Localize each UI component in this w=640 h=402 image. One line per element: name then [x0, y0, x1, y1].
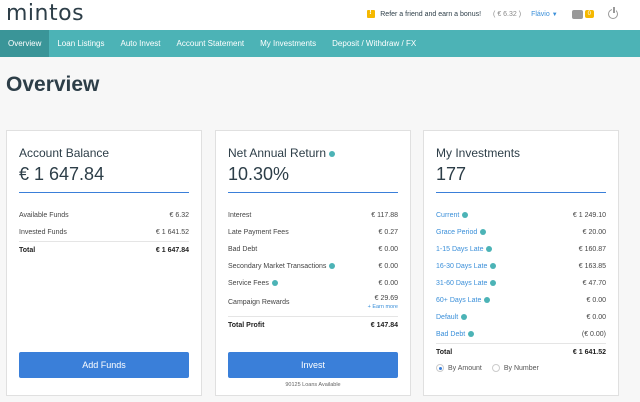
- row-total: Total € 1 647.84: [19, 241, 189, 258]
- row-service-fees: Service Fees € 0.00: [228, 280, 398, 287]
- info-icon[interactable]: [271, 280, 278, 287]
- row-bad-debt[interactable]: Bad Debt (€ 0.00): [436, 326, 606, 343]
- card-title: My Investments: [436, 146, 521, 160]
- info-icon[interactable]: [329, 263, 336, 270]
- my-investments-card: My Investments 177 Current € 1 249.10 Gra…: [423, 130, 619, 396]
- row-default[interactable]: Default € 0.00: [436, 309, 606, 326]
- nav-auto-invest[interactable]: Auto Invest: [113, 30, 169, 57]
- info-icon[interactable]: [490, 263, 497, 270]
- nav-deposit-withdraw[interactable]: Deposit / Withdraw / FX: [324, 30, 424, 57]
- top-right-area: Refer a friend and earn a bonus! ( € 6.3…: [367, 7, 618, 19]
- card-title: Account Balance: [19, 146, 110, 160]
- top-bar: mintos Refer a friend and earn a bonus! …: [0, 0, 640, 30]
- row-interest: Interest € 117.88: [228, 212, 398, 219]
- divider: [436, 192, 606, 193]
- account-balance-card: Account Balance € 1 647.84 Available Fun…: [6, 130, 202, 396]
- card-title: Net Annual Return: [228, 146, 336, 160]
- row-1-15-days-late[interactable]: 1-15 Days Late € 160.87: [436, 241, 606, 258]
- main-nav: Overview Loan Listings Auto Invest Accou…: [0, 30, 640, 57]
- row-secondary-market: Secondary Market Transactions € 0.00: [228, 263, 398, 270]
- info-icon[interactable]: [329, 150, 336, 157]
- row-invested-funds: Invested Funds € 1 641.52: [19, 229, 189, 236]
- row-bad-debt: Bad Debt € 0.00: [228, 246, 398, 253]
- nav-my-investments[interactable]: My Investments: [252, 30, 324, 57]
- briefcase-icon[interactable]: [571, 9, 583, 19]
- net-return-card: Net Annual Return 10.30% Interest € 117.8…: [215, 130, 411, 396]
- row-60-plus-days-late[interactable]: 60+ Days Late € 0.00: [436, 292, 606, 309]
- divider: [228, 192, 398, 193]
- invest-button[interactable]: Invest: [228, 352, 398, 378]
- row-campaign-rewards: Campaign Rewards € 29.69 + Earn more: [228, 295, 398, 310]
- info-icon[interactable]: [484, 297, 491, 304]
- loans-available-text: 90125 Loans Available: [285, 382, 341, 388]
- info-icon[interactable]: [480, 229, 487, 236]
- row-grace-period[interactable]: Grace Period € 20.00: [436, 224, 606, 241]
- page-title: Overview: [6, 73, 100, 96]
- view-toggle: By Amount By Number: [436, 360, 606, 376]
- nav-account-statement[interactable]: Account Statement: [169, 30, 253, 57]
- row-31-60-days-late[interactable]: 31-60 Days Late € 47.70: [436, 275, 606, 292]
- divider: [19, 192, 189, 193]
- info-icon[interactable]: [462, 212, 469, 219]
- radio-by-amount[interactable]: [436, 364, 444, 372]
- radio-by-number[interactable]: [491, 364, 500, 372]
- info-icon[interactable]: [461, 314, 468, 321]
- info-icon[interactable]: [468, 331, 475, 338]
- account-balance-value: € 1 647.84: [19, 164, 105, 184]
- refer-friend-link[interactable]: Refer a friend and earn a bonus!: [380, 11, 481, 18]
- nav-overview[interactable]: Overview: [0, 30, 50, 57]
- mintos-logo[interactable]: mintos: [6, 1, 84, 26]
- bonus-icon: [367, 9, 376, 18]
- investments-count: 177: [436, 164, 467, 184]
- row-16-30-days-late[interactable]: 16-30 Days Late € 163.85: [436, 258, 606, 275]
- info-icon[interactable]: [486, 246, 493, 253]
- user-menu[interactable]: Flávio ▼: [531, 11, 558, 18]
- nav-loan-listings[interactable]: Loan Listings: [49, 30, 112, 57]
- chevron-down-icon: ▼: [551, 11, 558, 18]
- row-late-fees: Late Payment Fees € 0.27: [228, 229, 398, 236]
- logout-icon[interactable]: [608, 7, 618, 19]
- earn-more-link[interactable]: + Earn more: [368, 304, 398, 310]
- row-current[interactable]: Current € 1 249.10: [436, 207, 606, 224]
- add-funds-button[interactable]: Add Funds: [19, 352, 189, 378]
- row-total-profit: Total Profit € 147.84: [228, 316, 398, 333]
- info-icon[interactable]: [490, 280, 497, 287]
- row-available-funds: Available Funds € 6.32: [19, 212, 189, 219]
- row-total: Total € 1 641.52: [436, 343, 606, 360]
- cart-badge: 0: [584, 10, 594, 18]
- header-balance: ( € 6.32 ): [493, 10, 522, 18]
- net-return-value: 10.30%: [228, 164, 290, 184]
